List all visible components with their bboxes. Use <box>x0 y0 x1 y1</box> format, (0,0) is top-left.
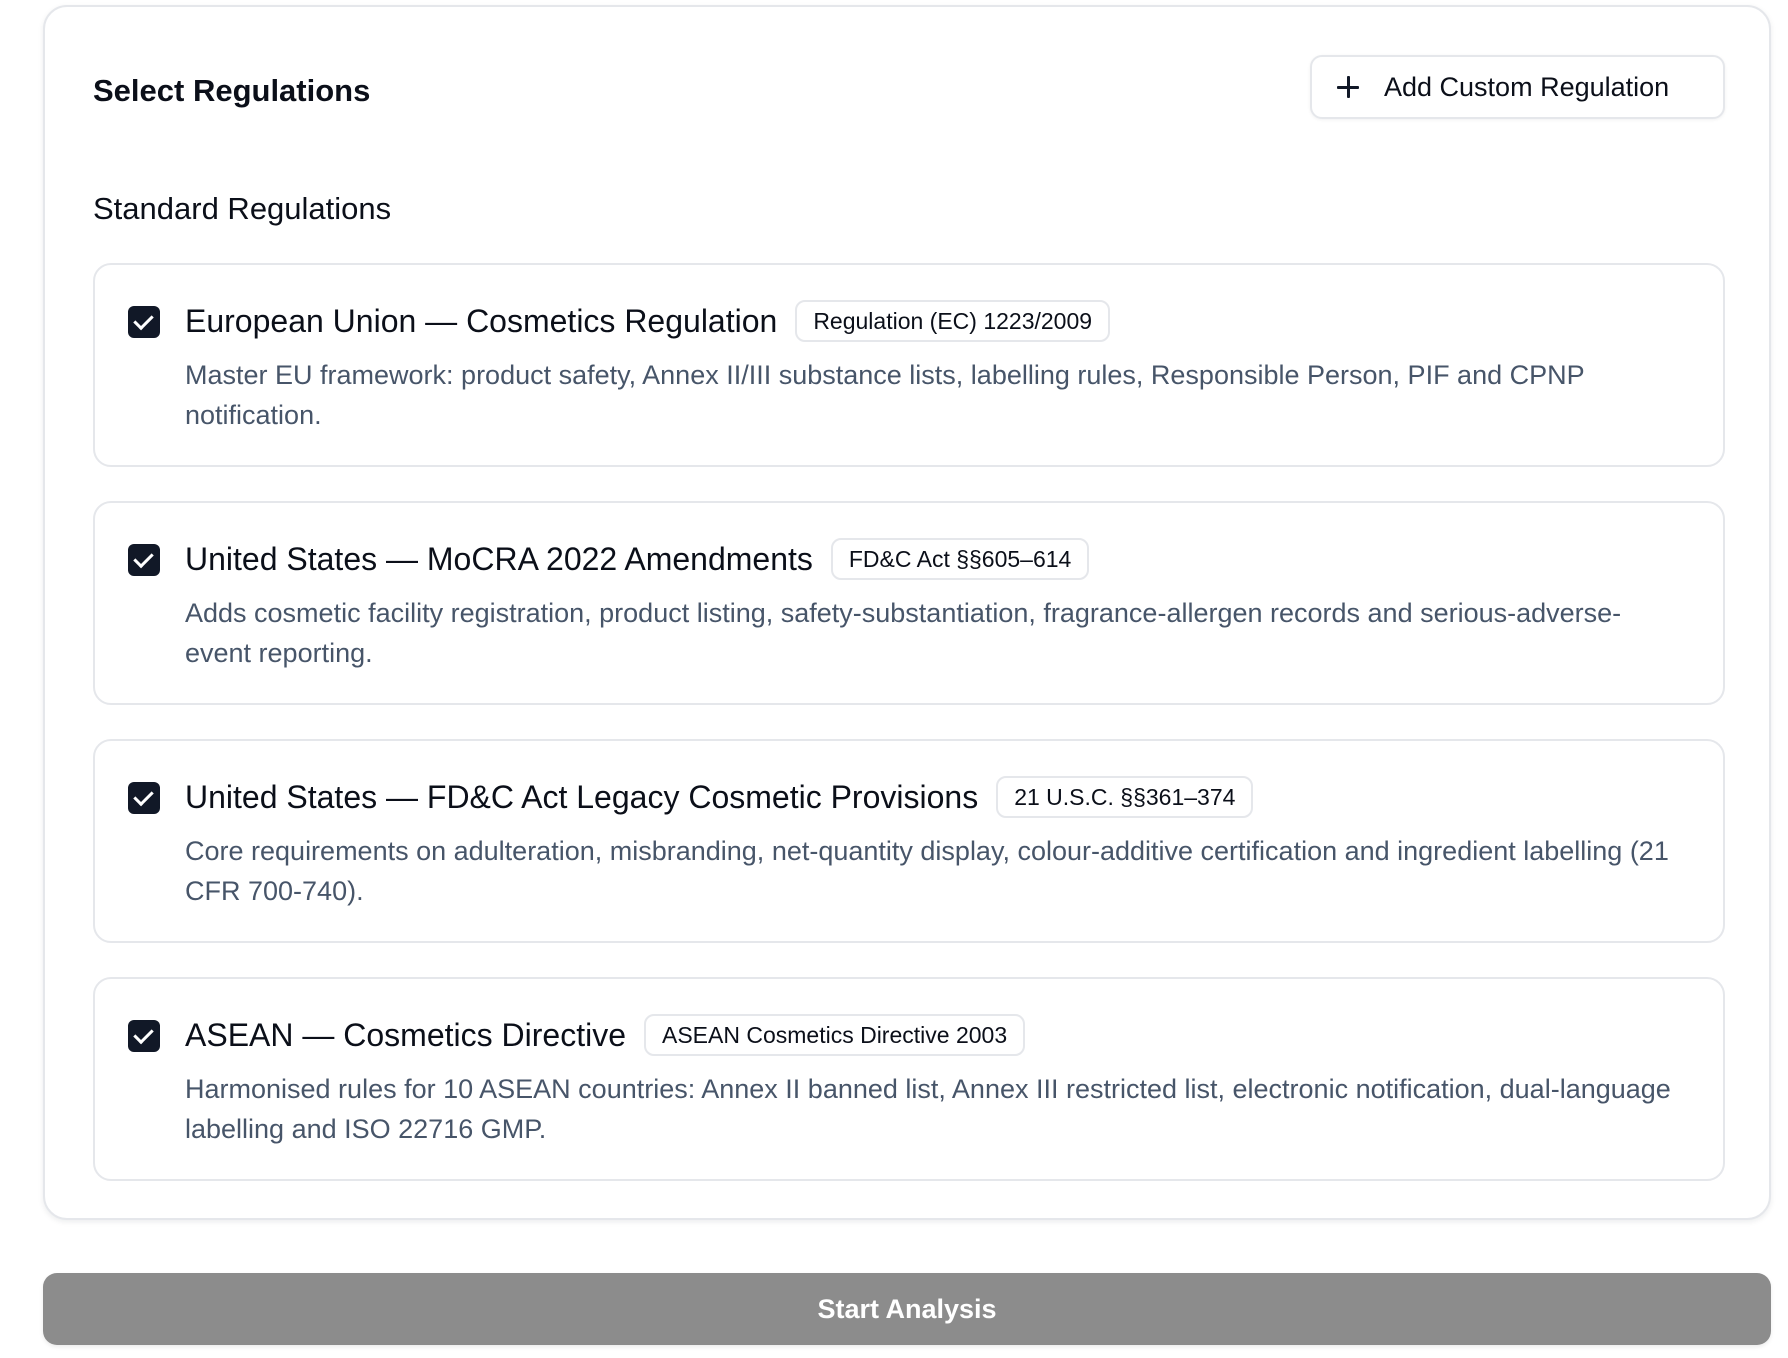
regulation-header: United States — MoCRA 2022 Amendments FD… <box>185 537 1090 581</box>
regulation-badge: FD&C Act §§605–614 <box>830 538 1090 580</box>
check-icon[interactable] <box>128 782 160 814</box>
check-icon[interactable] <box>128 544 160 576</box>
regulation-badge: 21 U.S.C. §§361–374 <box>996 776 1254 818</box>
regulation-card-asean[interactable]: ASEAN — Cosmetics Directive ASEAN Cosmet… <box>93 977 1725 1181</box>
check-icon[interactable] <box>128 306 160 338</box>
regulation-title: ASEAN — Cosmetics Directive <box>185 1017 626 1053</box>
add-custom-regulation-button[interactable]: Add Custom Regulation <box>1310 55 1725 119</box>
regulation-description: Core requirements on adulteration, misbr… <box>185 836 1669 906</box>
regulation-description: Master EU framework: product safety, Ann… <box>185 360 1585 430</box>
regulation-card-us-legacy[interactable]: United States — FD&C Act Legacy Cosmetic… <box>93 739 1725 943</box>
panel-title: Select Regulations <box>93 73 371 108</box>
add-custom-regulation-label: Add Custom Regulation <box>1384 71 1670 102</box>
regulation-card-us-mocra[interactable]: United States — MoCRA 2022 Amendments FD… <box>93 501 1725 705</box>
regulation-description: Adds cosmetic facility registration, pro… <box>185 598 1622 668</box>
start-analysis-button[interactable]: Start Analysis <box>43 1273 1771 1345</box>
regulation-card-eu[interactable]: European Union — Cosmetics Regulation Re… <box>93 263 1725 467</box>
plus-icon <box>1336 75 1360 99</box>
regulation-badge: ASEAN Cosmetics Directive 2003 <box>643 1014 1026 1056</box>
regulation-header: ASEAN — Cosmetics Directive ASEAN Cosmet… <box>185 1013 1026 1057</box>
regulation-header: European Union — Cosmetics Regulation Re… <box>185 299 1111 343</box>
regulation-title: United States — FD&C Act Legacy Cosmetic… <box>185 779 979 815</box>
regulation-list: European Union — Cosmetics Regulation Re… <box>93 263 1725 1215</box>
regulation-badge: Regulation (EC) 1223/2009 <box>795 300 1111 342</box>
regulation-title: United States — MoCRA 2022 Amendments <box>185 541 813 577</box>
regulation-header: United States — FD&C Act Legacy Cosmetic… <box>185 775 1254 819</box>
section-title: Standard Regulations <box>93 191 392 226</box>
regulation-description: Harmonised rules for 10 ASEAN countries:… <box>185 1074 1671 1144</box>
regulation-title: European Union — Cosmetics Regulation <box>185 303 778 339</box>
check-icon[interactable] <box>128 1020 160 1052</box>
regulations-panel: Select Regulations Add Custom Regulation… <box>43 5 1771 1220</box>
